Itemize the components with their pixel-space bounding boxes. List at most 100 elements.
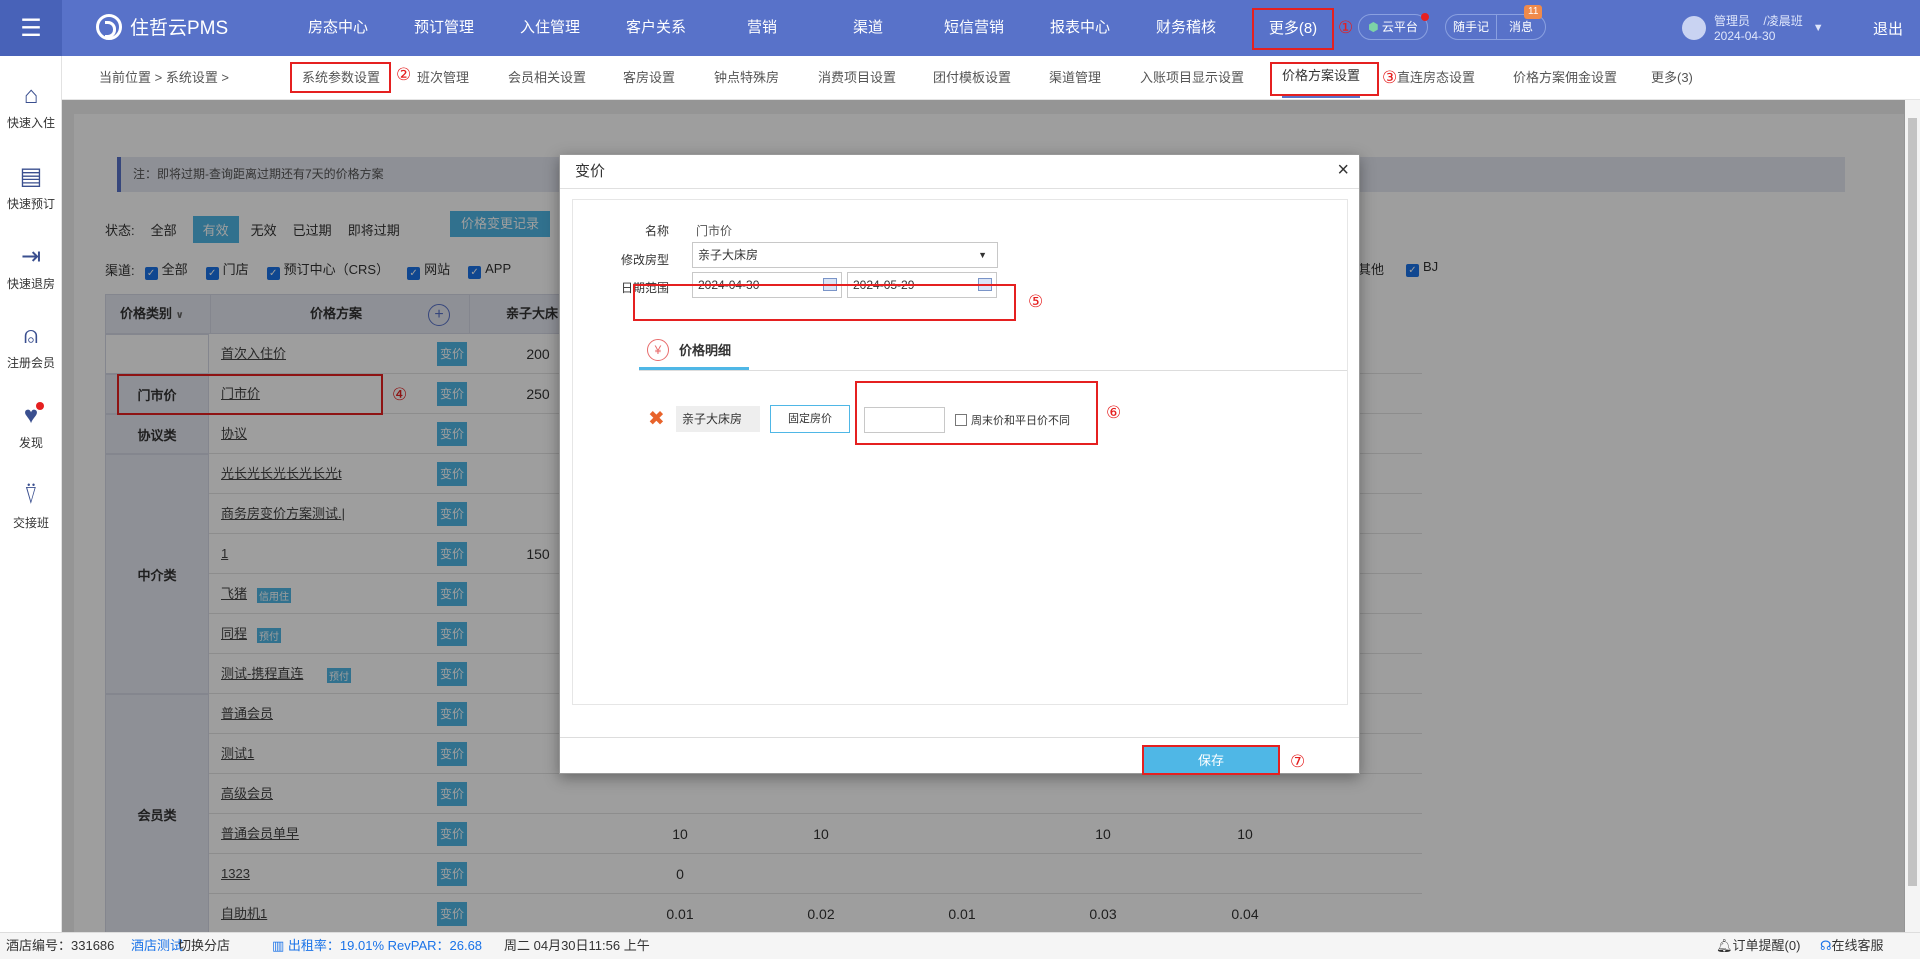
highlight-box-system-params [290, 62, 391, 93]
occupancy-stats: ▥ 出租率：19.01% RevPAR：26.68 [272, 938, 483, 953]
chart-icon: ▥ [272, 938, 285, 953]
switch-branch-link[interactable]: 切换分店 [178, 933, 230, 959]
user-shift: /凌晨班 [1763, 14, 1803, 28]
tab-hourly-room[interactable]: 钟点特殊房 [714, 56, 779, 100]
notification-dot [1421, 13, 1429, 21]
scrollbar-thumb[interactable] [1908, 118, 1917, 886]
breadcrumb: 当前位置 > 系统设置 > [99, 70, 230, 85]
handover-icon: ⍢ [23, 482, 39, 509]
discover-icon: ♥ [0, 402, 62, 430]
hotel-id: 酒店编号：331686 [6, 938, 115, 953]
nav-checkin[interactable]: 入住管理 [497, 0, 603, 56]
exit-icon: ⇥ [20, 243, 42, 270]
home-icon: ⌂ [23, 82, 39, 109]
change-price-dialog: 变价 × 名称 门市价 修改房型 亲子大床房 ▼ 日期范围 2024-04-30 … [559, 154, 1360, 774]
top-navigation-bar: ☰ 住哲云PMS 房态中心 预订管理 入住管理 客户关系 营销 渠道 短信营销 … [0, 0, 1920, 56]
sidebar-label: 快速退房 [6, 277, 55, 291]
hotel-name-link[interactable]: 酒店测试 [131, 933, 183, 959]
avatar [1682, 15, 1706, 40]
name-label: 名称 [644, 224, 669, 238]
annotation-2: ② [396, 65, 412, 85]
dialog-title: 变价 [560, 155, 1359, 189]
tab-more[interactable]: 更多(3) [1651, 56, 1693, 100]
nav-channel[interactable]: 渠道 [815, 0, 921, 56]
save-button[interactable]: 保存 [1142, 745, 1280, 775]
sidebar-register-member[interactable]: ⍝ 注册会员 [0, 322, 62, 371]
chevron-down-icon: ▼ [1812, 21, 1824, 34]
add-user-icon: ⍝ [23, 322, 39, 349]
dialog-body: 名称 门市价 修改房型 亲子大床房 ▼ 日期范围 2024-04-30 2024-… [572, 199, 1348, 705]
nav-customer[interactable]: 客户关系 [603, 0, 709, 56]
tab-divider [639, 370, 1347, 371]
sidebar-shift-handover[interactable]: ⍢ 交接班 [0, 482, 62, 531]
annotation-3: ③ [1382, 68, 1398, 88]
notification-dot [36, 402, 44, 410]
notes-button[interactable]: 随手记 [1445, 14, 1497, 40]
user-date: 2024-04-30 [1714, 29, 1776, 43]
cloud-icon: ⬢ [1368, 20, 1379, 34]
app-logo-text: 住哲云PMS [130, 18, 229, 39]
nav-reservation[interactable]: 预订管理 [391, 0, 497, 56]
name-value: 门市价 [696, 224, 733, 238]
chevron-down-icon: ▼ [978, 250, 987, 260]
tab-direct-room-status[interactable]: 直连房态设置 [1397, 56, 1475, 100]
tab-group-template[interactable]: 团付模板设置 [933, 56, 1011, 100]
sidebar-label: 快速预订 [6, 197, 55, 211]
nav-finance[interactable]: 财务稽核 [1133, 0, 1239, 56]
room-chip: 亲子大床房 [676, 406, 760, 432]
tab-price-commission[interactable]: 价格方案佣金设置 [1513, 56, 1617, 100]
highlight-box-price-plan [1270, 62, 1379, 96]
sidebar-quick-checkout[interactable]: ⇥ 快速退房 [0, 242, 62, 292]
close-icon[interactable]: × [1337, 159, 1349, 182]
page-scrollbar[interactable] [1905, 100, 1920, 932]
order-alert[interactable]: 🔔︎订单提醒(0) [1716, 933, 1800, 959]
highlight-box-date-range [633, 284, 1016, 321]
main-nav: 房态中心 预订管理 入住管理 客户关系 营销 渠道 短信营销 报表中心 财务稽核 [285, 0, 1239, 56]
nav-marketing[interactable]: 营销 [709, 0, 815, 56]
weekend-checkbox[interactable]: 周末价和平日价不同 [955, 412, 1070, 428]
room-type-select[interactable]: 亲子大床房 ▼ [692, 242, 998, 268]
user-menu[interactable]: 管理员 /凌晨班 2024-04-30 ▼ [1682, 12, 1824, 43]
sidebar-quick-checkin[interactable]: ⌂ 快速入住 [0, 82, 62, 131]
bell-icon: 🔔︎ [1716, 938, 1733, 953]
checkbox-icon[interactable] [955, 414, 967, 426]
nav-more-button[interactable]: 更多(8) [1252, 8, 1334, 50]
sidebar-discover[interactable]: ♥ 发现 [0, 402, 62, 451]
logout-button[interactable]: 退出 [1873, 18, 1903, 39]
menu-toggle-icon[interactable]: ☰ [0, 0, 62, 56]
sidebar-quick-booking[interactable]: ▤ 快速预订 [0, 162, 62, 212]
message-count-badge: 11 [1524, 5, 1543, 19]
annotation-1: ① [1338, 18, 1354, 38]
annotation-7: ⑦ [1290, 752, 1306, 772]
cloud-label: 云平台 [1381, 20, 1418, 34]
nav-reports[interactable]: 报表中心 [1027, 0, 1133, 56]
tab-member-settings[interactable]: 会员相关设置 [508, 56, 586, 100]
current-time: 周二 04月30日11:56 上午 [504, 938, 650, 953]
annotation-6: ⑥ [1106, 403, 1122, 423]
user-name: 管理员 [1714, 14, 1751, 28]
online-service[interactable]: ☊在线客服 [1820, 933, 1884, 959]
document-icon: ▤ [19, 163, 43, 190]
cloud-platform-button[interactable]: ⬢ 云平台 [1358, 13, 1429, 40]
tab-posting-display[interactable]: 入账项目显示设置 [1140, 56, 1244, 100]
delete-icon[interactable]: ✖ [648, 406, 665, 431]
sidebar-label: 发现 [18, 436, 43, 450]
app-logo[interactable]: 住哲云PMS [96, 13, 228, 40]
tab-price-detail[interactable]: ¥ 价格明细 [639, 336, 749, 370]
annotation-5: ⑤ [1028, 292, 1044, 312]
price-type-select[interactable]: 固定房价 [770, 405, 850, 433]
tab-shift-management[interactable]: 班次管理 [417, 56, 469, 100]
price-input[interactable] [864, 407, 945, 433]
sidebar-label: 注册会员 [6, 356, 55, 370]
left-sidebar: ⌂ 快速入住 ▤ 快速预订 ⇥ 快速退房 ⍝ 注册会员 ♥ 发现 ⍢ 交接班 [0, 56, 62, 932]
tab-room-settings[interactable]: 客房设置 [623, 56, 675, 100]
nav-room-status[interactable]: 房态中心 [285, 0, 391, 56]
tab-channel-management[interactable]: 渠道管理 [1049, 56, 1101, 100]
room-type-label: 修改房型 [620, 253, 669, 267]
nav-sms[interactable]: 短信营销 [921, 0, 1027, 56]
status-bar: 酒店编号：331686 酒店测试 切换分店 ▥ 出租率：19.01% RevPA… [0, 932, 1920, 959]
sidebar-label: 快速入住 [6, 116, 55, 130]
sidebar-label: 交接班 [12, 516, 49, 530]
headset-icon: ☊ [1820, 938, 1832, 953]
tab-consumption-items[interactable]: 消费项目设置 [818, 56, 896, 100]
